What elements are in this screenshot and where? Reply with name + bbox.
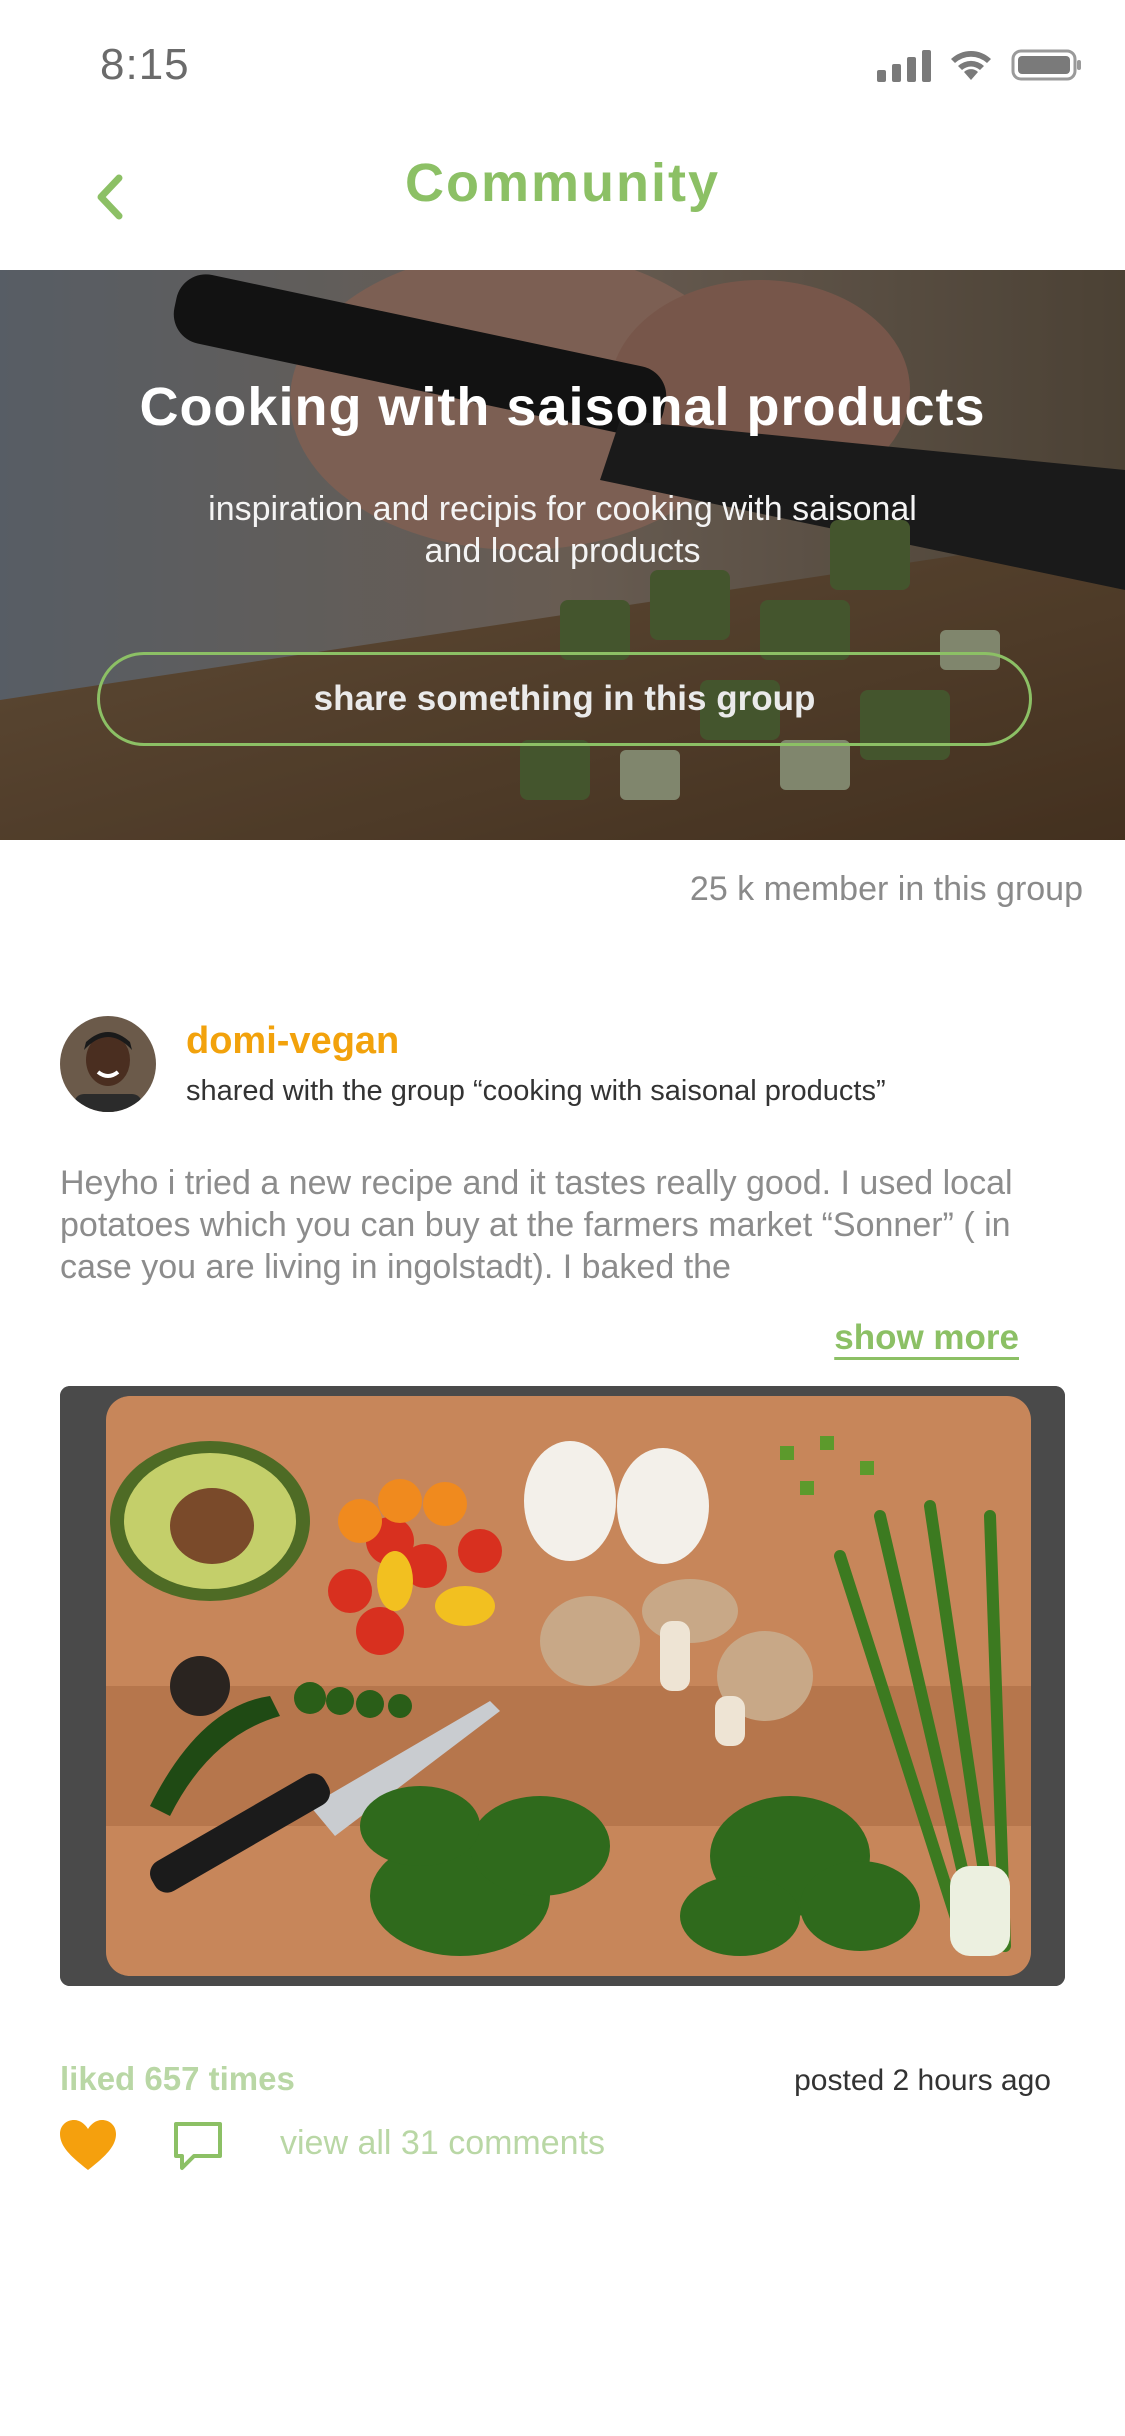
group-title: Cooking with saisonal products bbox=[139, 377, 986, 437]
post-body: Heyho i tried a new recipe and it tastes… bbox=[60, 1164, 1013, 1286]
post-image[interactable] bbox=[60, 1386, 1065, 1986]
battery-icon bbox=[1011, 49, 1081, 81]
status-time: 8:15 bbox=[100, 40, 190, 89]
wifi-icon bbox=[951, 51, 991, 80]
member-count: 25 k member in this group bbox=[689, 870, 1083, 908]
post-author[interactable]: domi-vegan bbox=[186, 1020, 399, 1063]
like-count: liked 657 times bbox=[60, 2060, 295, 2097]
like-button[interactable] bbox=[58, 2118, 118, 2172]
comment-icon bbox=[174, 2122, 222, 2170]
share-in-group-button[interactable]: share something in this group bbox=[97, 652, 1032, 746]
show-more-link[interactable]: show more bbox=[834, 1318, 1019, 1358]
nav-bar: Community bbox=[0, 132, 1125, 270]
post-timestamp: posted 2 hours ago bbox=[794, 2064, 1051, 2097]
status-bar: 8:15 bbox=[0, 0, 1125, 132]
avatar-photo bbox=[60, 1016, 156, 1112]
heart-icon bbox=[60, 2120, 116, 2170]
signal-icon bbox=[877, 48, 931, 82]
group-description: inspiration and recipis for cooking with… bbox=[208, 490, 917, 570]
page-title: Community bbox=[405, 153, 720, 213]
group-header: Cooking with saisonal products inspirati… bbox=[0, 270, 1125, 840]
comment-button[interactable] bbox=[172, 2120, 224, 2172]
post-photo bbox=[60, 1386, 1065, 1986]
post-shared-with: shared with the group “cooking with sais… bbox=[186, 1075, 886, 1107]
avatar[interactable] bbox=[60, 1016, 156, 1112]
status-icons bbox=[877, 48, 1083, 82]
view-comments-link[interactable]: view all 31 comments bbox=[280, 2124, 605, 2163]
